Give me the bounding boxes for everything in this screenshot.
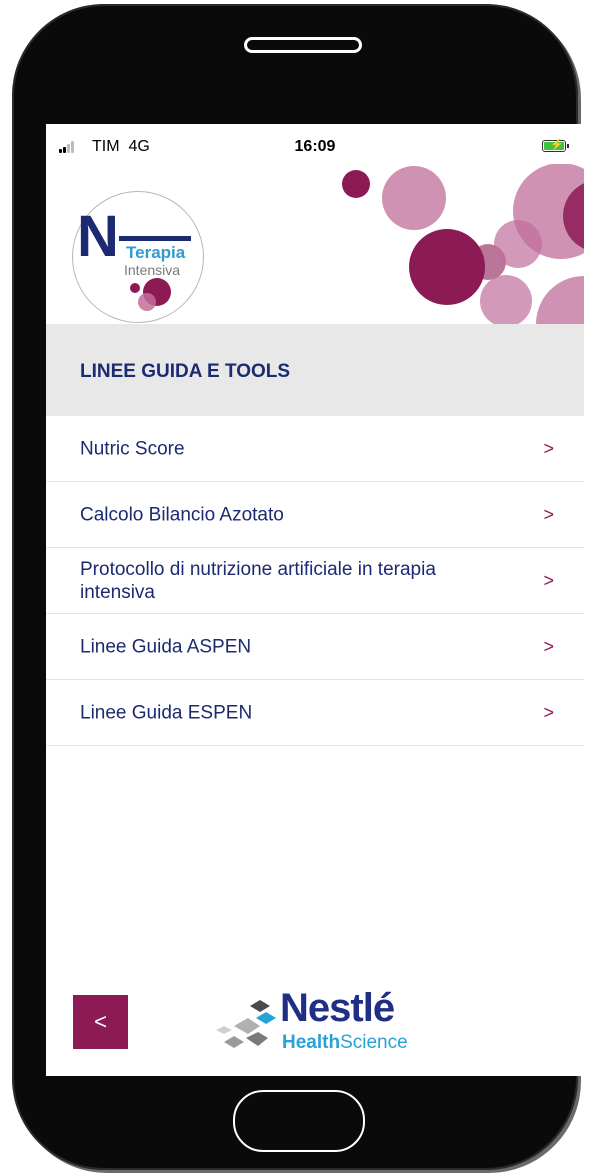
logo-line-2: Intensiva xyxy=(124,262,181,278)
phone-frame: TIM 4G 16:09 ⚡ N Terapia Intensiva LINEE… xyxy=(12,4,584,1170)
brand-cubes-icon xyxy=(216,1000,276,1048)
chevron-right-icon: > xyxy=(543,702,554,722)
chevron-right-icon: > xyxy=(543,636,554,656)
menu-item-label: Linee Guida ASPEN xyxy=(80,636,252,657)
section-title: LINEE GUIDA E TOOLS xyxy=(80,361,291,382)
logo-line-1: Terapia xyxy=(126,243,186,262)
section-header: LINEE GUIDA E TOOLS xyxy=(46,324,584,416)
menu-list: Nutric Score > Calcolo Bilancio Azotato … xyxy=(46,416,584,746)
menu-item-label: Protocollo di nutrizione artificiale in … xyxy=(80,558,436,603)
chevron-right-icon: > xyxy=(543,570,554,590)
chevron-right-icon: > xyxy=(543,438,554,458)
app-screen: TIM 4G 16:09 ⚡ N Terapia Intensiva LINEE… xyxy=(46,124,584,1076)
menu-item-bilancio-azotato[interactable]: Calcolo Bilancio Azotato > xyxy=(46,482,584,548)
status-bar: TIM 4G 16:09 ⚡ xyxy=(46,124,584,164)
menu-item-linee-guida-aspen[interactable]: Linee Guida ASPEN > xyxy=(46,614,584,680)
brand-subtitle: HealthScience xyxy=(282,1032,408,1054)
menu-item-protocollo-nutrizione[interactable]: Protocollo di nutrizione artificiale in … xyxy=(46,548,584,614)
menu-item-label: Linee Guida ESPEN xyxy=(80,702,253,723)
brand-sub-science: Science xyxy=(340,1032,408,1053)
status-time: 16:09 xyxy=(294,138,336,155)
menu-item-nutric-score[interactable]: Nutric Score > xyxy=(46,416,584,482)
logo-dots xyxy=(130,278,171,311)
speaker-slot xyxy=(244,37,362,53)
menu-item-label: Nutric Score xyxy=(80,438,185,459)
logo-letter: N xyxy=(77,204,119,269)
battery-charging-icon: ⚡ xyxy=(542,139,569,152)
back-button[interactable]: < xyxy=(73,995,128,1049)
app-header: N Terapia Intensiva xyxy=(46,164,584,324)
menu-item-label: Calcolo Bilancio Azotato xyxy=(80,504,284,525)
app-logo: N Terapia Intensiva xyxy=(72,191,204,323)
brand-sub-health: Health xyxy=(282,1032,341,1053)
menu-item-linee-guida-espen[interactable]: Linee Guida ESPEN > xyxy=(46,680,584,746)
chevron-right-icon: > xyxy=(543,504,554,524)
nestle-health-science-logo: Nestlé HealthScience xyxy=(204,986,424,1058)
brand-name: Nestlé xyxy=(280,986,395,1030)
home-button[interactable] xyxy=(233,1090,365,1152)
